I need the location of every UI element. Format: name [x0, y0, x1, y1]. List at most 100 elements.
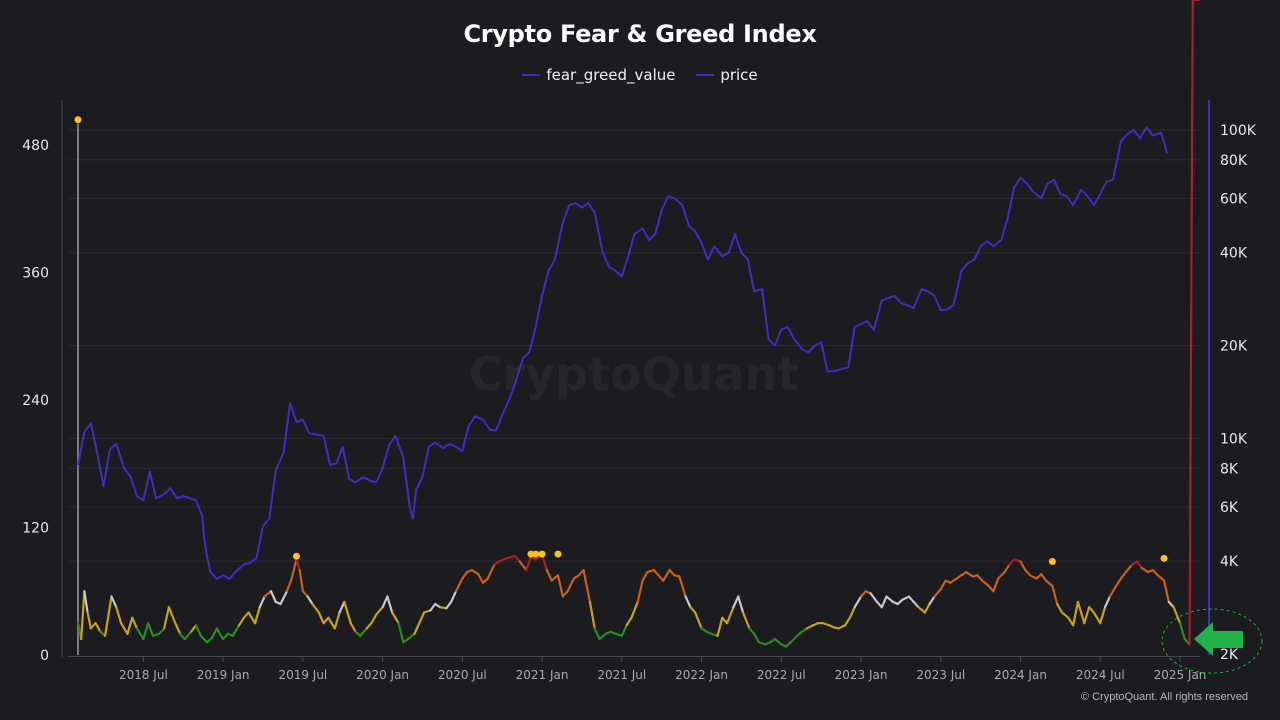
chart-svg: CryptoQuant 01202403604802K4K6K8K10K20K4… — [22, 0, 1263, 682]
fear-greed-segment — [1040, 573, 1048, 582]
fear-greed-segment — [933, 588, 942, 598]
highlight-annotation — [1161, 608, 1263, 674]
fear-greed-segment — [407, 632, 416, 641]
left-tick-label: 480 — [22, 138, 49, 154]
fear-greed-segment — [716, 616, 724, 637]
x-tick-label: 2019 Jul — [278, 668, 327, 682]
peak-marker — [538, 550, 546, 558]
fear-greed-segment — [582, 568, 592, 603]
right-tick-label: 100K — [1220, 123, 1257, 139]
fear-greed-segment — [1162, 579, 1170, 603]
fear-greed-segment — [636, 579, 644, 603]
fear-greed-segment — [1119, 571, 1127, 580]
right-tick-label: 8K — [1220, 461, 1239, 477]
peak-marker — [292, 552, 300, 560]
fear-greed-segment — [684, 595, 692, 609]
fear-greed-segment — [454, 577, 464, 593]
fear-greed-segment — [391, 611, 400, 625]
fear-greed-segment — [263, 590, 273, 598]
x-tick-label: 2019 Jan — [197, 668, 250, 682]
peak-marker — [532, 550, 540, 558]
fear-greed-segment — [349, 622, 357, 633]
right-tick-label: 80K — [1220, 153, 1248, 169]
fear-greed-segment — [397, 622, 405, 644]
grid — [68, 129, 1200, 562]
fear-greed-segment — [853, 595, 863, 609]
fear-greed-segment — [1103, 595, 1111, 609]
fear-greed-segment — [429, 602, 437, 612]
fear-greed-segment — [194, 624, 202, 637]
x-tick-label: 2023 Jul — [916, 668, 965, 682]
fear-greed-segment — [461, 571, 469, 580]
fear-greed-segment — [298, 568, 304, 593]
fear-greed-segment — [620, 624, 628, 637]
fear-greed-segment — [880, 595, 888, 609]
fear-greed-segment — [147, 622, 155, 637]
right-tick-label: 6K — [1220, 500, 1239, 516]
fear-greed-segment — [556, 574, 564, 598]
fear-greed-segment — [525, 556, 533, 572]
fear-greed-segment — [119, 622, 129, 635]
right-tick-label: 20K — [1220, 339, 1248, 355]
fear-greed-segment — [1135, 560, 1143, 569]
left-tick-label: 120 — [22, 521, 49, 537]
fear-greed-segment — [518, 560, 528, 572]
fear-greed-segment — [1172, 606, 1182, 625]
fear-greed-segment — [269, 590, 277, 603]
fear-greed-segment — [279, 590, 289, 606]
fear-greed-segment — [375, 606, 384, 616]
fear-greed-segment — [237, 616, 245, 627]
peak-marker — [1160, 554, 1168, 562]
fear-greed-segment — [126, 616, 134, 635]
x-tick-label: 2020 Jan — [356, 668, 409, 682]
fear-greed-segment — [486, 563, 496, 580]
fear-greed-segment — [598, 632, 607, 641]
fear-greed-segment — [94, 622, 102, 633]
fear-greed-segment — [290, 558, 298, 580]
fear-greed-segment — [445, 600, 453, 610]
fear-greed-segment — [86, 611, 92, 630]
fear-greed-segment — [694, 611, 703, 630]
copyright: © CryptoQuant. All rights reserved — [1080, 691, 1248, 703]
fear-greed-segment — [997, 571, 1006, 580]
fear-greed-segment — [1019, 560, 1027, 572]
fear-greed-segment — [566, 577, 576, 593]
fear-greed-segment — [917, 606, 926, 614]
fear-greed-segment — [981, 579, 990, 588]
fear-greed-segment — [848, 606, 856, 619]
fear-greed-segment — [1156, 574, 1166, 582]
fear-greed-segment — [885, 595, 895, 603]
fear-greed-segment — [662, 568, 671, 582]
x-tick-label: 2024 Jul — [1076, 668, 1125, 682]
fear-greed-segment — [1003, 563, 1011, 574]
fear-greed-segment — [1072, 600, 1080, 627]
fear-greed-segment — [258, 595, 266, 609]
fear-greed-segment — [630, 600, 639, 619]
fear-greed-segment — [1051, 584, 1059, 606]
fear-greed-segment — [338, 600, 346, 614]
fear-greed-segment — [923, 602, 931, 614]
peak-marker — [1048, 558, 1056, 565]
fear-greed-segment — [965, 571, 974, 578]
fear-greed-segment — [949, 577, 958, 584]
peak-marker — [74, 116, 82, 124]
x-tick-label: 2020 Jul — [438, 668, 487, 682]
fear-greed-segment — [253, 606, 261, 625]
fear-greed-segment — [327, 616, 336, 630]
fear-greed-segment — [1124, 563, 1134, 574]
fear-greed-segment — [215, 627, 225, 641]
fear-greed-segment — [1115, 577, 1123, 588]
x-tick-label: 2022 Jan — [675, 668, 728, 682]
fear-greed-segment — [753, 632, 761, 644]
peak-marker — [554, 550, 562, 558]
fear-greed-segment — [625, 616, 633, 627]
fear-greed-segment — [1140, 566, 1150, 574]
fear-greed-segment — [231, 624, 241, 637]
x-tick-label: 2024 Jan — [994, 668, 1047, 682]
fear-greed-segment — [1188, 0, 1194, 646]
fear-greed-segment — [413, 622, 421, 635]
x-tick-label: 2023 Jan — [835, 668, 888, 682]
right-tick-label: 4K — [1220, 554, 1239, 570]
fear-greed-segment — [678, 575, 687, 598]
right-tick-label: 40K — [1220, 246, 1248, 262]
